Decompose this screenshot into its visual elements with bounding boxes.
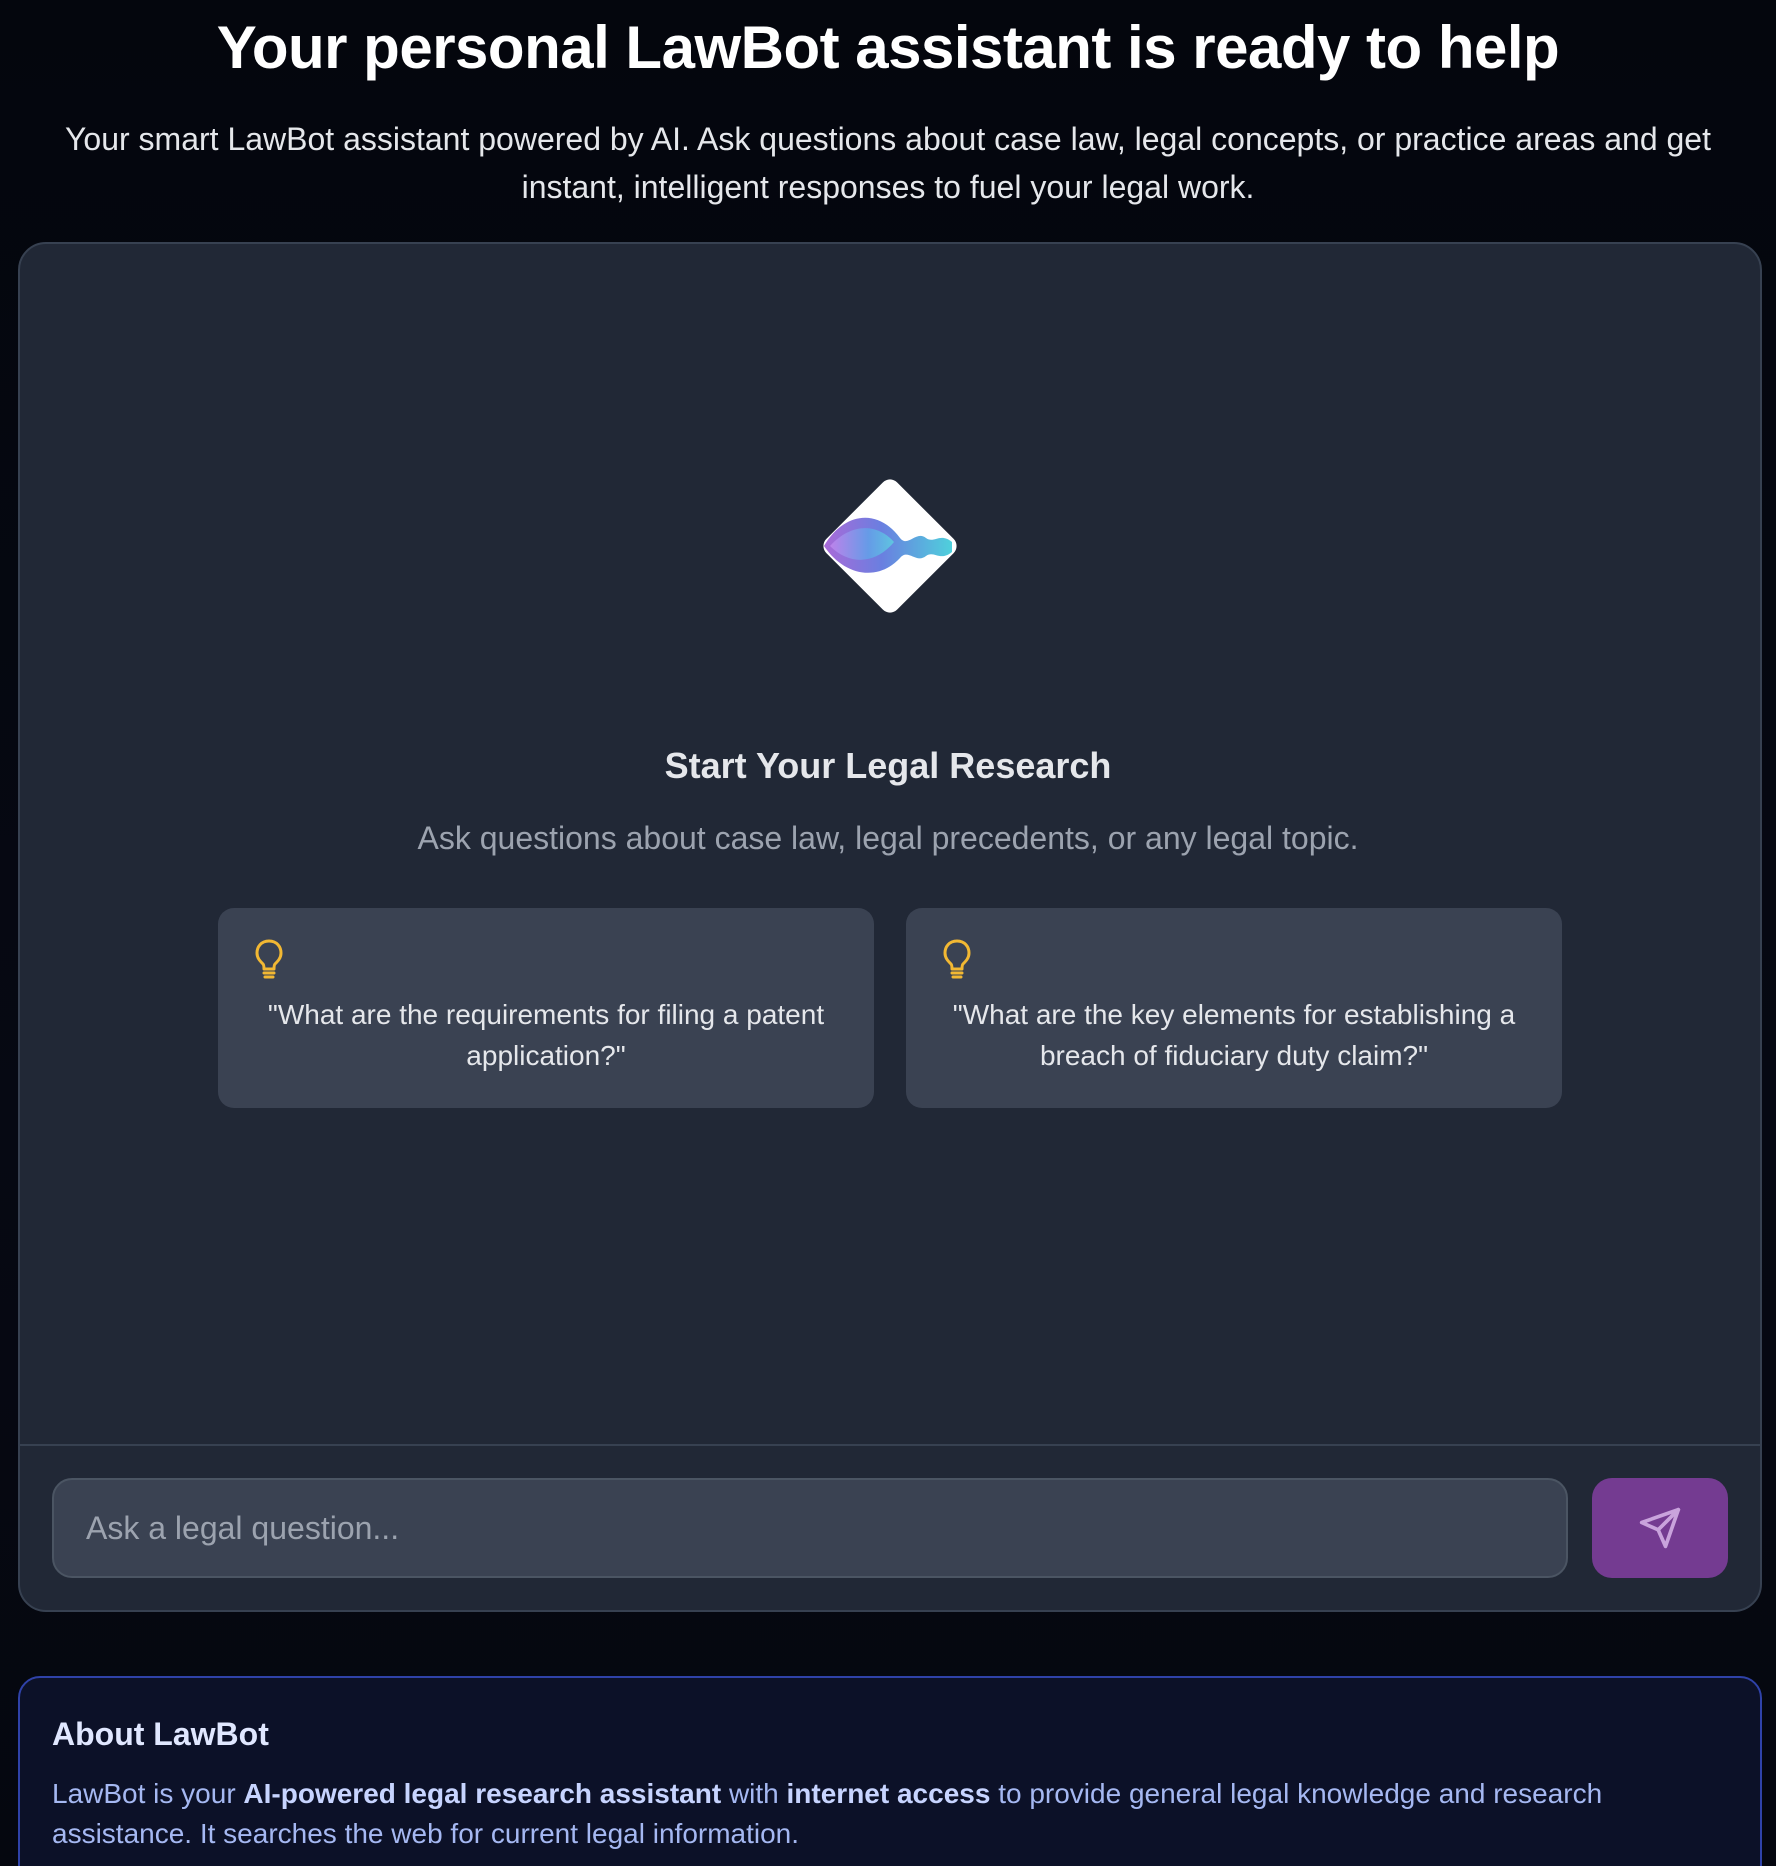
about-title: About LawBot bbox=[52, 1716, 269, 1752]
about-highlight-ai: AI-powered legal research assistant bbox=[243, 1778, 722, 1809]
question-input[interactable] bbox=[52, 1478, 1568, 1578]
send-icon bbox=[1639, 1507, 1681, 1549]
suggestion-text: "What are the key elements for establish… bbox=[952, 999, 1516, 1071]
page-subtitle: Your smart LawBot assistant powered by A… bbox=[65, 121, 1711, 205]
suggestion-text: "What are the requirements for filing a … bbox=[267, 999, 825, 1071]
page-title: Your personal LawBot assistant is ready … bbox=[216, 14, 1560, 81]
about-description: LawBot is your AI-powered legal research… bbox=[52, 1774, 1732, 1854]
send-button[interactable] bbox=[1592, 1478, 1728, 1578]
about-text-part: LawBot is your bbox=[52, 1778, 244, 1809]
suggestion-card-patent[interactable]: "What are the requirements for filing a … bbox=[218, 908, 874, 1108]
lightbulb-icon bbox=[254, 938, 284, 980]
about-text-part: with bbox=[721, 1778, 787, 1809]
lawbot-page: Your personal LawBot assistant is ready … bbox=[0, 0, 1776, 1866]
lawbot-logo-icon bbox=[816, 472, 964, 620]
lightbulb-icon bbox=[942, 938, 972, 980]
input-divider bbox=[20, 1444, 1760, 1446]
suggestion-card-fiduciary[interactable]: "What are the key elements for establish… bbox=[906, 908, 1562, 1108]
empty-state-subtitle: Ask questions about case law, legal prec… bbox=[417, 820, 1359, 856]
about-highlight-internet: internet access bbox=[786, 1778, 991, 1809]
empty-state-title: Start Your Legal Research bbox=[664, 745, 1112, 786]
